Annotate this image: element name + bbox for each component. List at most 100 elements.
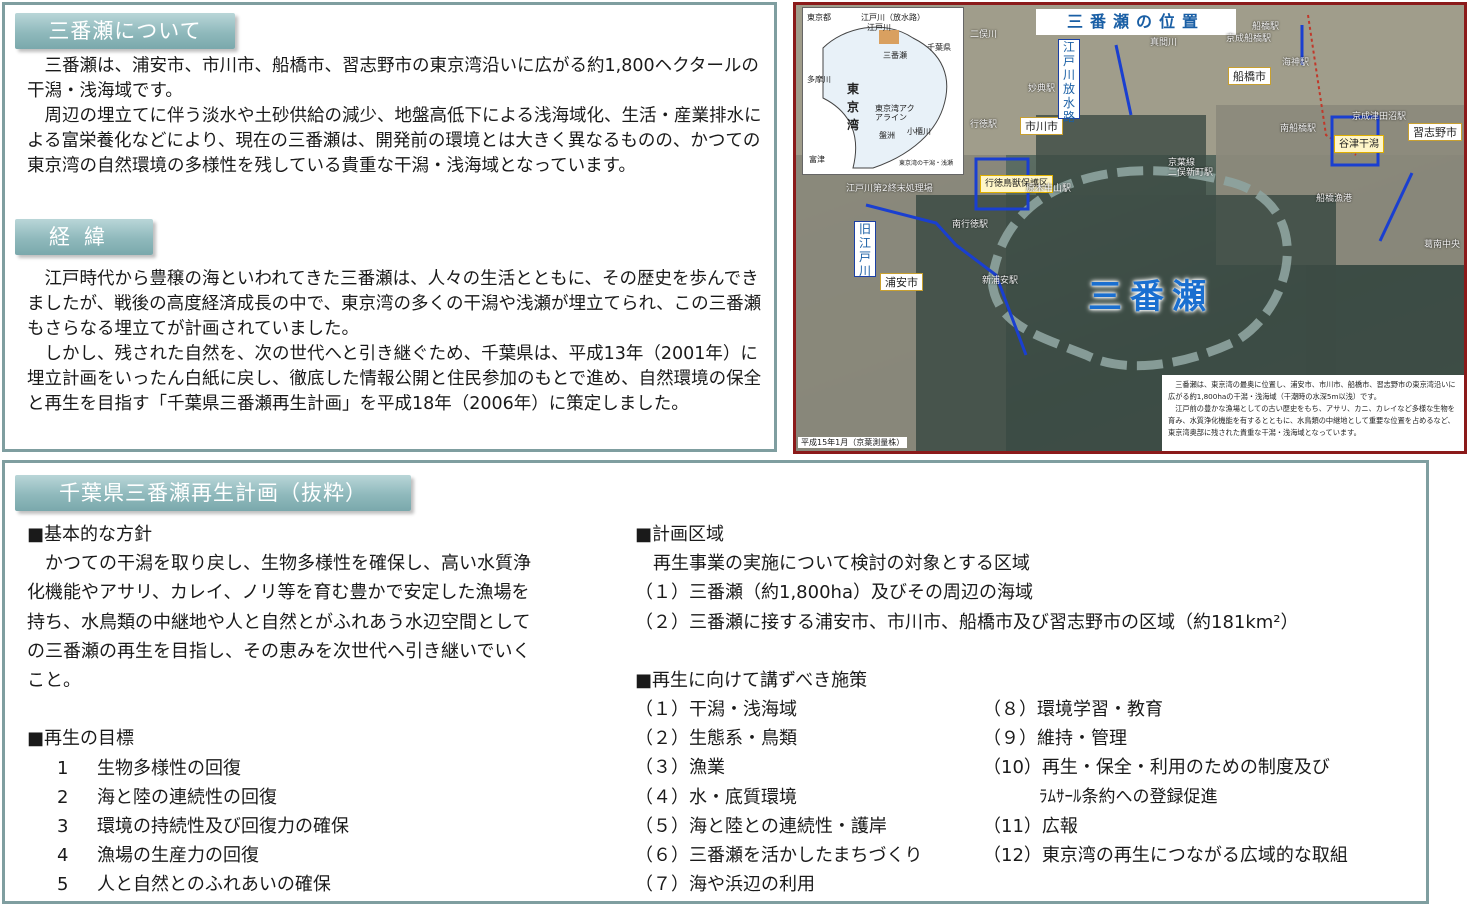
- map-station-minamigyotoku: 南行徳駅: [952, 220, 989, 230]
- plan-left-column: ■基本的な方針 かつての干潟を取り戻し、生物多様性を確保し、高い水質浄 化機能や…: [27, 520, 617, 900]
- goals-heading: ■再生の目標: [27, 728, 135, 750]
- measure-item: （11）広報: [983, 815, 1078, 837]
- measures-list-b: （８）環境学習・教育 （９）維持・管理 （10）再生・保全・利用のための制度及び…: [983, 695, 1423, 870]
- plan-panel: 千葉県三番瀬再生計画（抜粋） ■基本的な方針 かつての干潟を取り戻し、生物多様性…: [2, 460, 1429, 904]
- policy-line-5: こと。: [27, 670, 81, 692]
- about-paragraph-2: 周辺の埋立てに伴う淡水や土砂供給の減少、地盤高低下による浅海域化、生活・産業排水…: [27, 106, 762, 176]
- map-label-fishing-port: 船橋漁港: [1316, 194, 1353, 204]
- map-label-keiyo-line: 京葉線: [1168, 158, 1196, 168]
- map-note: 三番瀬は、東京湾の最奥に位置し、浦安市、市川市、船橋市、習志野市の東京湾沿いに広…: [1162, 375, 1464, 451]
- map-label-mamagawa: 真間川: [1150, 38, 1178, 48]
- measure-item: （８）環境学習・教育: [983, 699, 1163, 720]
- map-label-katsunan: 葛南中央: [1424, 240, 1461, 250]
- policy-line-4: の三番瀬の再生を目指し、その恵みを次世代へ引き継いでいく: [27, 640, 531, 662]
- inset-label-tokyo-bay: 東京湾: [847, 82, 860, 132]
- map-label-sanbanze: 三番瀬: [1088, 277, 1214, 317]
- measure-item: （９）維持・管理: [983, 728, 1127, 750]
- inset-label-futtsu: 富津: [809, 155, 825, 164]
- area-item-1: （１）三番瀬（約1,800ha）及びその周辺の海域: [635, 582, 1033, 604]
- goal-number: 5: [57, 874, 69, 896]
- goal-text: 人と自然とのふれあいの確保: [97, 874, 331, 896]
- measure-item: （10）再生・保全・利用のための制度及び: [983, 757, 1330, 779]
- area-item-2: （２）三番瀬に接する浦安市、市川市、船橋市及び習志野市の区域（約181km²）: [635, 611, 1299, 633]
- map-title: 三番瀬の位置: [1036, 9, 1236, 35]
- map-note-paragraph-2: 江戸前の豊かな漁場としての古い歴史をもち、アサリ、カニ、カレイなど多様な生物を育…: [1168, 404, 1455, 437]
- history-body: 江戸時代から豊穣の海といわれてきた三番瀬は、人々の生活とともに、その歴史を歩んで…: [27, 267, 775, 417]
- measures-list-a: （１）干潟・浅海域 （２）生態系・鳥類 （３）漁業 （４）水・底質環境 （５）海…: [635, 695, 975, 899]
- river-line-east: [1378, 172, 1414, 242]
- river-line-edogawa: [1114, 44, 1133, 116]
- map-credit: 平成15年1月（京葉測量株）: [798, 437, 908, 448]
- inset-label-obitsugawa: 小櫃川: [907, 127, 931, 136]
- map-station-kaijin: 海神駅: [1282, 58, 1310, 68]
- plan-heading: 千葉県三番瀬再生計画（抜粋）: [15, 475, 411, 511]
- location-map: 東京都 江戸川（放水路） 江戸川 千葉県 多摩川 東京湾 三番瀬 東京湾アクアラ…: [793, 2, 1467, 454]
- history-paragraph-1: 江戸時代から豊穣の海といわれてきた三番瀬は、人々の生活とともに、その歴史を歩んで…: [27, 269, 762, 339]
- goal-text: 生物多様性の回復: [97, 757, 241, 779]
- measure-item: （１）干潟・浅海域: [635, 699, 797, 720]
- goal-item: 3 環境の持続性及び回復力の確保: [27, 812, 617, 841]
- map-station-keisei-funabashi: 京成船橋駅: [1226, 34, 1272, 44]
- about-heading: 三番瀬について: [15, 13, 235, 49]
- goal-number: 3: [57, 816, 69, 838]
- map-label-kyuedogawa: 旧江戸川: [854, 221, 876, 278]
- inset-label-banzu: 盤洲: [879, 131, 895, 140]
- policy-line-2: 化機能やアサリ、カレイ、ノリ等を育む豊かで安定した漁場を: [27, 582, 530, 604]
- map-station-minamifunabashi: 南船橋駅: [1280, 124, 1317, 134]
- goal-item: 2 海と陸の連続性の回復: [27, 783, 617, 812]
- inset-map: 東京都 江戸川（放水路） 江戸川 千葉県 多摩川 東京湾 三番瀬 東京湾アクアラ…: [802, 7, 964, 175]
- goal-text: 漁場の生産力の回復: [97, 845, 259, 867]
- measure-item: （２）生態系・鳥類: [635, 728, 797, 750]
- map-city-ichikawa: 市川市: [1020, 117, 1063, 135]
- goal-number: 2: [57, 786, 69, 808]
- measure-item: （12）東京湾の再生につながる広域的な取組: [983, 845, 1348, 867]
- goal-item: 5 人と自然とのふれあいの確保: [27, 870, 617, 899]
- measure-item: （３）漁業: [635, 757, 725, 779]
- goal-number: 4: [57, 845, 69, 867]
- measure-item: （５）海と陸との連続性・護岸: [635, 815, 887, 837]
- policy-line-1: かつての干潟を取り戻し、生物多様性を確保し、高い水質浄: [45, 553, 531, 575]
- about-paragraph-1: 三番瀬は、浦安市、市川市、船橋市、習志野市の東京湾沿いに広がる約1,800ヘクタ…: [27, 56, 759, 101]
- history-heading: 経緯: [15, 219, 153, 255]
- goal-item: 4 漁場の生産力の回復: [27, 841, 617, 870]
- policy-line-3: 持ち、水鳥類の中継地や人と自然とがふれあう水辺空間として: [27, 611, 531, 633]
- goal-text: 環境の持続性及び回復力の確保: [97, 816, 349, 838]
- map-label-yatsu: 谷津干潟: [1334, 135, 1384, 153]
- inset-label-aqualine: 東京湾アクアライン: [875, 104, 915, 122]
- inset-label-tokyo: 東京都: [807, 13, 831, 22]
- measure-item: （６）三番瀬を活かしたまちづくり: [635, 845, 923, 867]
- map-city-funabashi: 船橋市: [1228, 67, 1271, 85]
- policy-heading: ■基本的な方針: [27, 524, 153, 545]
- map-station-baraki: 原木中山駅: [1026, 184, 1072, 194]
- map-station-shinurayasu: 新浦安駅: [982, 276, 1019, 286]
- goal-number: 1: [57, 757, 69, 779]
- measure-item: （４）水・底質環境: [635, 786, 797, 808]
- goal-text: 海と陸の連続性の回復: [97, 786, 277, 808]
- inset-label-edogawa: 江戸川: [867, 23, 891, 32]
- inset-label-chiba: 千葉県: [927, 43, 951, 52]
- map-station-myoden: 妙典駅: [1028, 84, 1056, 94]
- inset-legend: 東京湾の干潟・浅瀬: [899, 160, 954, 167]
- history-paragraph-2: しかし、残された自然を、次の世代へと引き継ぐため、千葉県は、平成13年（2001…: [27, 344, 762, 414]
- map-station-1: 二俣川: [970, 30, 998, 40]
- about-panel: 三番瀬について 三番瀬は、浦安市、市川市、船橋市、習志野市の東京湾沿いに広がる約…: [2, 2, 777, 452]
- measures-heading: ■再生に向けて講ずべき施策: [635, 670, 868, 691]
- map-station-treatment: 江戸川第2終末処理場: [846, 184, 933, 194]
- map-label-edogawa-floodway: 江戸川放水路: [1058, 39, 1080, 124]
- measure-item-continuation: ﾗﾑｻｰﾙ条約への登録促進: [1039, 786, 1218, 807]
- map-station-gyotoku: 行徳駅: [970, 120, 998, 130]
- map-station-keisei-tsudanuma: 京成津田沼駅: [1352, 112, 1407, 122]
- plan-right-column: ■計画区域 再生事業の実施について検討の対象とする区域 （１）三番瀬（約1,80…: [635, 520, 1395, 695]
- map-city-narashino: 習志野市: [1408, 123, 1462, 141]
- area-intro: 再生事業の実施について検討の対象とする区域: [653, 553, 1030, 575]
- map-note-paragraph-1: 三番瀬は、東京湾の最奥に位置し、浦安市、市川市、船橋市、習志野市の東京湾沿いに広…: [1168, 380, 1456, 401]
- inset-label-sanbanze: 三番瀬: [883, 51, 907, 60]
- about-body: 三番瀬は、浦安市、市川市、船橋市、習志野市の東京湾沿いに広がる約1,800ヘクタ…: [27, 54, 775, 179]
- measure-item: （７）海や浜辺の利用: [635, 874, 815, 896]
- inset-label-tamagawa: 多摩川: [807, 75, 831, 84]
- map-city-urayasu: 浦安市: [880, 273, 923, 291]
- area-heading: ■計画区域: [635, 524, 725, 545]
- goal-item: 1 生物多様性の回復: [27, 754, 617, 783]
